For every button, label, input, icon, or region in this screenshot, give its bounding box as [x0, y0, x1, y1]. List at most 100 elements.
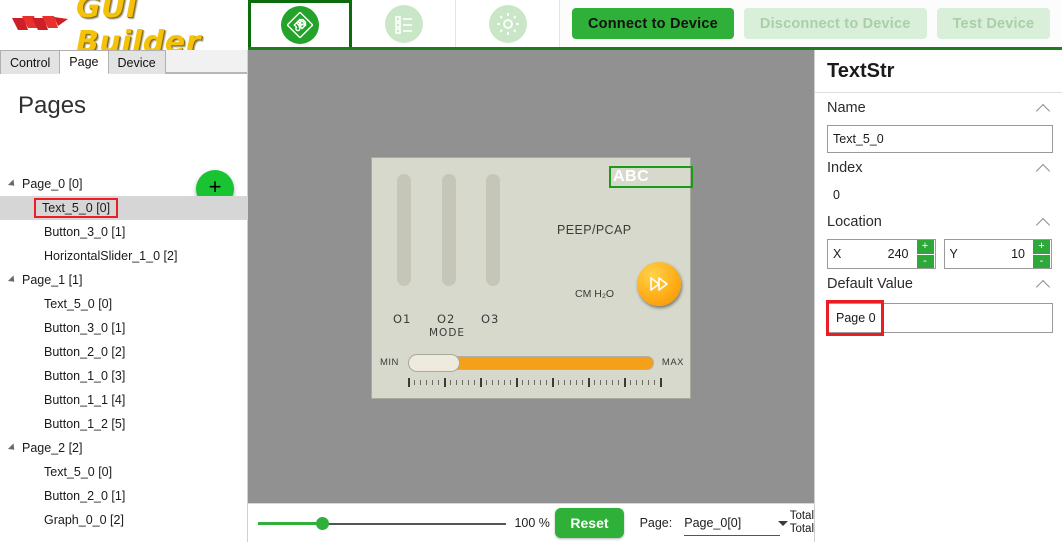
index-section-label: Index — [827, 160, 862, 176]
page-selector-dropdown[interactable]: Page_0[0] — [684, 510, 779, 536]
section-header-default-value[interactable]: Default Value — [815, 269, 1062, 299]
expand-caret-icon[interactable] — [8, 275, 17, 284]
location-x-increment-button[interactable]: + — [917, 240, 934, 254]
location-x-spin-buttons: + - — [917, 240, 934, 268]
tree-child-item[interactable]: Button_3_0 [1] — [0, 316, 248, 340]
fast-forward-icon — [648, 275, 670, 293]
pages-tree: Page_0 [0]Text_5_0 [0]Button_3_0 [1]Hori… — [0, 172, 248, 532]
location-y-increment-button[interactable]: + — [1033, 240, 1050, 254]
text-widget-selected[interactable]: ABC — [609, 166, 693, 188]
section-header-location[interactable]: Location — [815, 207, 1062, 237]
tree-child-item[interactable]: Button_1_1 [4] — [0, 388, 248, 412]
chevron-up-icon[interactable] — [1038, 216, 1050, 228]
tree-child-item[interactable]: Text_5_0 [0] — [0, 460, 248, 484]
location-y-decrement-button[interactable]: - — [1033, 255, 1050, 269]
slider-tick — [552, 378, 554, 387]
device-actions: Connect to Device Disconnect to Device T… — [560, 0, 1062, 50]
expand-caret-icon[interactable] — [8, 179, 17, 188]
index-value: 0 — [815, 183, 1062, 207]
connect-to-device-button[interactable]: Connect to Device — [572, 8, 734, 39]
slider-tick — [660, 378, 662, 387]
slider-tick — [630, 380, 631, 385]
device-slider-ticks — [408, 378, 658, 388]
tree-child-item[interactable]: Button_2_0 [1] — [0, 484, 248, 508]
slider-tick — [420, 380, 421, 385]
device-slider-thumb[interactable] — [408, 354, 460, 372]
location-fields: X 240 + - Y 10 + - — [815, 237, 1062, 269]
design-canvas[interactable]: O1 O2 O3 MODE PEEP/PCAP CM H₂O ABC MIN M… — [248, 50, 814, 503]
section-header-index[interactable]: Index — [815, 153, 1062, 183]
tree-child-item[interactable]: Graph_0_0 [2] — [0, 508, 248, 532]
chevron-up-icon[interactable] — [1038, 278, 1050, 290]
tree-group-item[interactable]: Page_0 [0] — [0, 172, 248, 196]
properties-title: TextStr — [827, 60, 1062, 83]
slider-tick — [426, 380, 427, 385]
device-slider-max-label: MAX — [662, 357, 684, 368]
tree-child-item[interactable]: HorizontalSlider_1_0 [2] — [0, 244, 248, 268]
tree-child-item[interactable]: Button_2_0 [2] — [0, 340, 248, 364]
zoom-slider[interactable] — [258, 515, 506, 531]
reset-button[interactable]: Reset — [555, 508, 623, 538]
location-y-spin-buttons: + - — [1033, 240, 1050, 268]
location-x-stepper[interactable]: X 240 + - — [827, 239, 936, 269]
toolbar-button-settings[interactable] — [456, 0, 560, 47]
slider-tick — [540, 380, 541, 385]
tree-item-label: Button_1_0 [3] — [40, 368, 129, 384]
slider-tick — [624, 378, 626, 387]
disconnect-to-device-button[interactable]: Disconnect to Device — [744, 8, 927, 39]
tree-child-item[interactable]: Text_5_0 [0] — [0, 292, 248, 316]
device-horizontal-slider[interactable]: MIN MAX — [380, 354, 684, 372]
slider-tick — [558, 380, 559, 385]
tree-item-label: Text_5_0 [0] — [40, 464, 116, 480]
slider-tick — [414, 380, 415, 385]
slider-tick — [654, 380, 655, 385]
total-line-1: Total — [790, 510, 814, 523]
default-value-field[interactable]: Page 0 — [827, 303, 1053, 333]
tree-item-label: Page_1 [1] — [22, 273, 82, 287]
tree-item-label: Button_3_0 [1] — [40, 224, 129, 240]
device-play-button[interactable] — [637, 262, 681, 306]
slider-tick — [492, 380, 493, 385]
tree-child-item[interactable]: Button_3_0 [1] — [0, 220, 248, 244]
chevron-down-icon — [778, 521, 788, 526]
zoom-slider-thumb[interactable] — [316, 517, 329, 530]
tree-item-label: Button_2_0 [2] — [40, 344, 129, 360]
device-bar-1 — [397, 174, 411, 286]
tree-group-item[interactable]: Page_1 [1] — [0, 268, 248, 292]
section-header-name[interactable]: Name — [815, 93, 1062, 123]
location-y-label: Y — [945, 247, 958, 261]
tree-child-item[interactable]: Text_5_0 [0] — [0, 196, 248, 220]
list-icon — [385, 5, 423, 43]
toolbar-button-list[interactable] — [352, 0, 456, 47]
gui-builder-window: GUI Builder — [0, 0, 1062, 542]
device-bar-3 — [486, 174, 500, 286]
slider-tick — [432, 380, 433, 385]
tree-group-item[interactable]: Page_2 [2] — [0, 436, 248, 460]
tree-item-label: Button_1_2 [5] — [40, 416, 129, 432]
location-y-stepper[interactable]: Y 10 + - — [944, 239, 1053, 269]
mode-toolbar — [248, 0, 560, 50]
toolbar-button-puzzle[interactable] — [248, 0, 352, 47]
slider-tick — [642, 380, 643, 385]
location-x-decrement-button[interactable]: - — [917, 255, 934, 269]
tree-item-label: Button_3_0 [1] — [40, 320, 129, 336]
device-mode-label: MODE — [429, 327, 465, 339]
slider-tick — [450, 380, 451, 385]
device-preview: O1 O2 O3 MODE PEEP/PCAP CM H₂O ABC MIN M… — [371, 157, 691, 399]
expand-caret-icon[interactable] — [8, 443, 17, 452]
canvas-bottom-bar: 100 % Reset Page: Page_0[0] Total Total — [248, 503, 814, 542]
chevron-up-icon[interactable] — [1038, 102, 1050, 114]
device-bar-2 — [442, 174, 456, 286]
tab-page[interactable]: Page — [59, 50, 108, 74]
tree-child-item[interactable]: Button_1_2 [5] — [0, 412, 248, 436]
tree-child-item[interactable]: Button_1_0 [3] — [0, 364, 248, 388]
chevron-up-icon[interactable] — [1038, 162, 1050, 174]
name-field[interactable]: Text_5_0 — [827, 125, 1053, 153]
test-device-button[interactable]: Test Device — [937, 8, 1051, 39]
tab-device[interactable]: Device — [108, 50, 166, 74]
slider-tick — [588, 378, 590, 387]
slider-tick — [636, 380, 637, 385]
tab-control[interactable]: Control — [0, 50, 60, 74]
default-value-section-label: Default Value — [827, 276, 913, 292]
device-peep-label: PEEP/PCAP — [557, 223, 631, 237]
